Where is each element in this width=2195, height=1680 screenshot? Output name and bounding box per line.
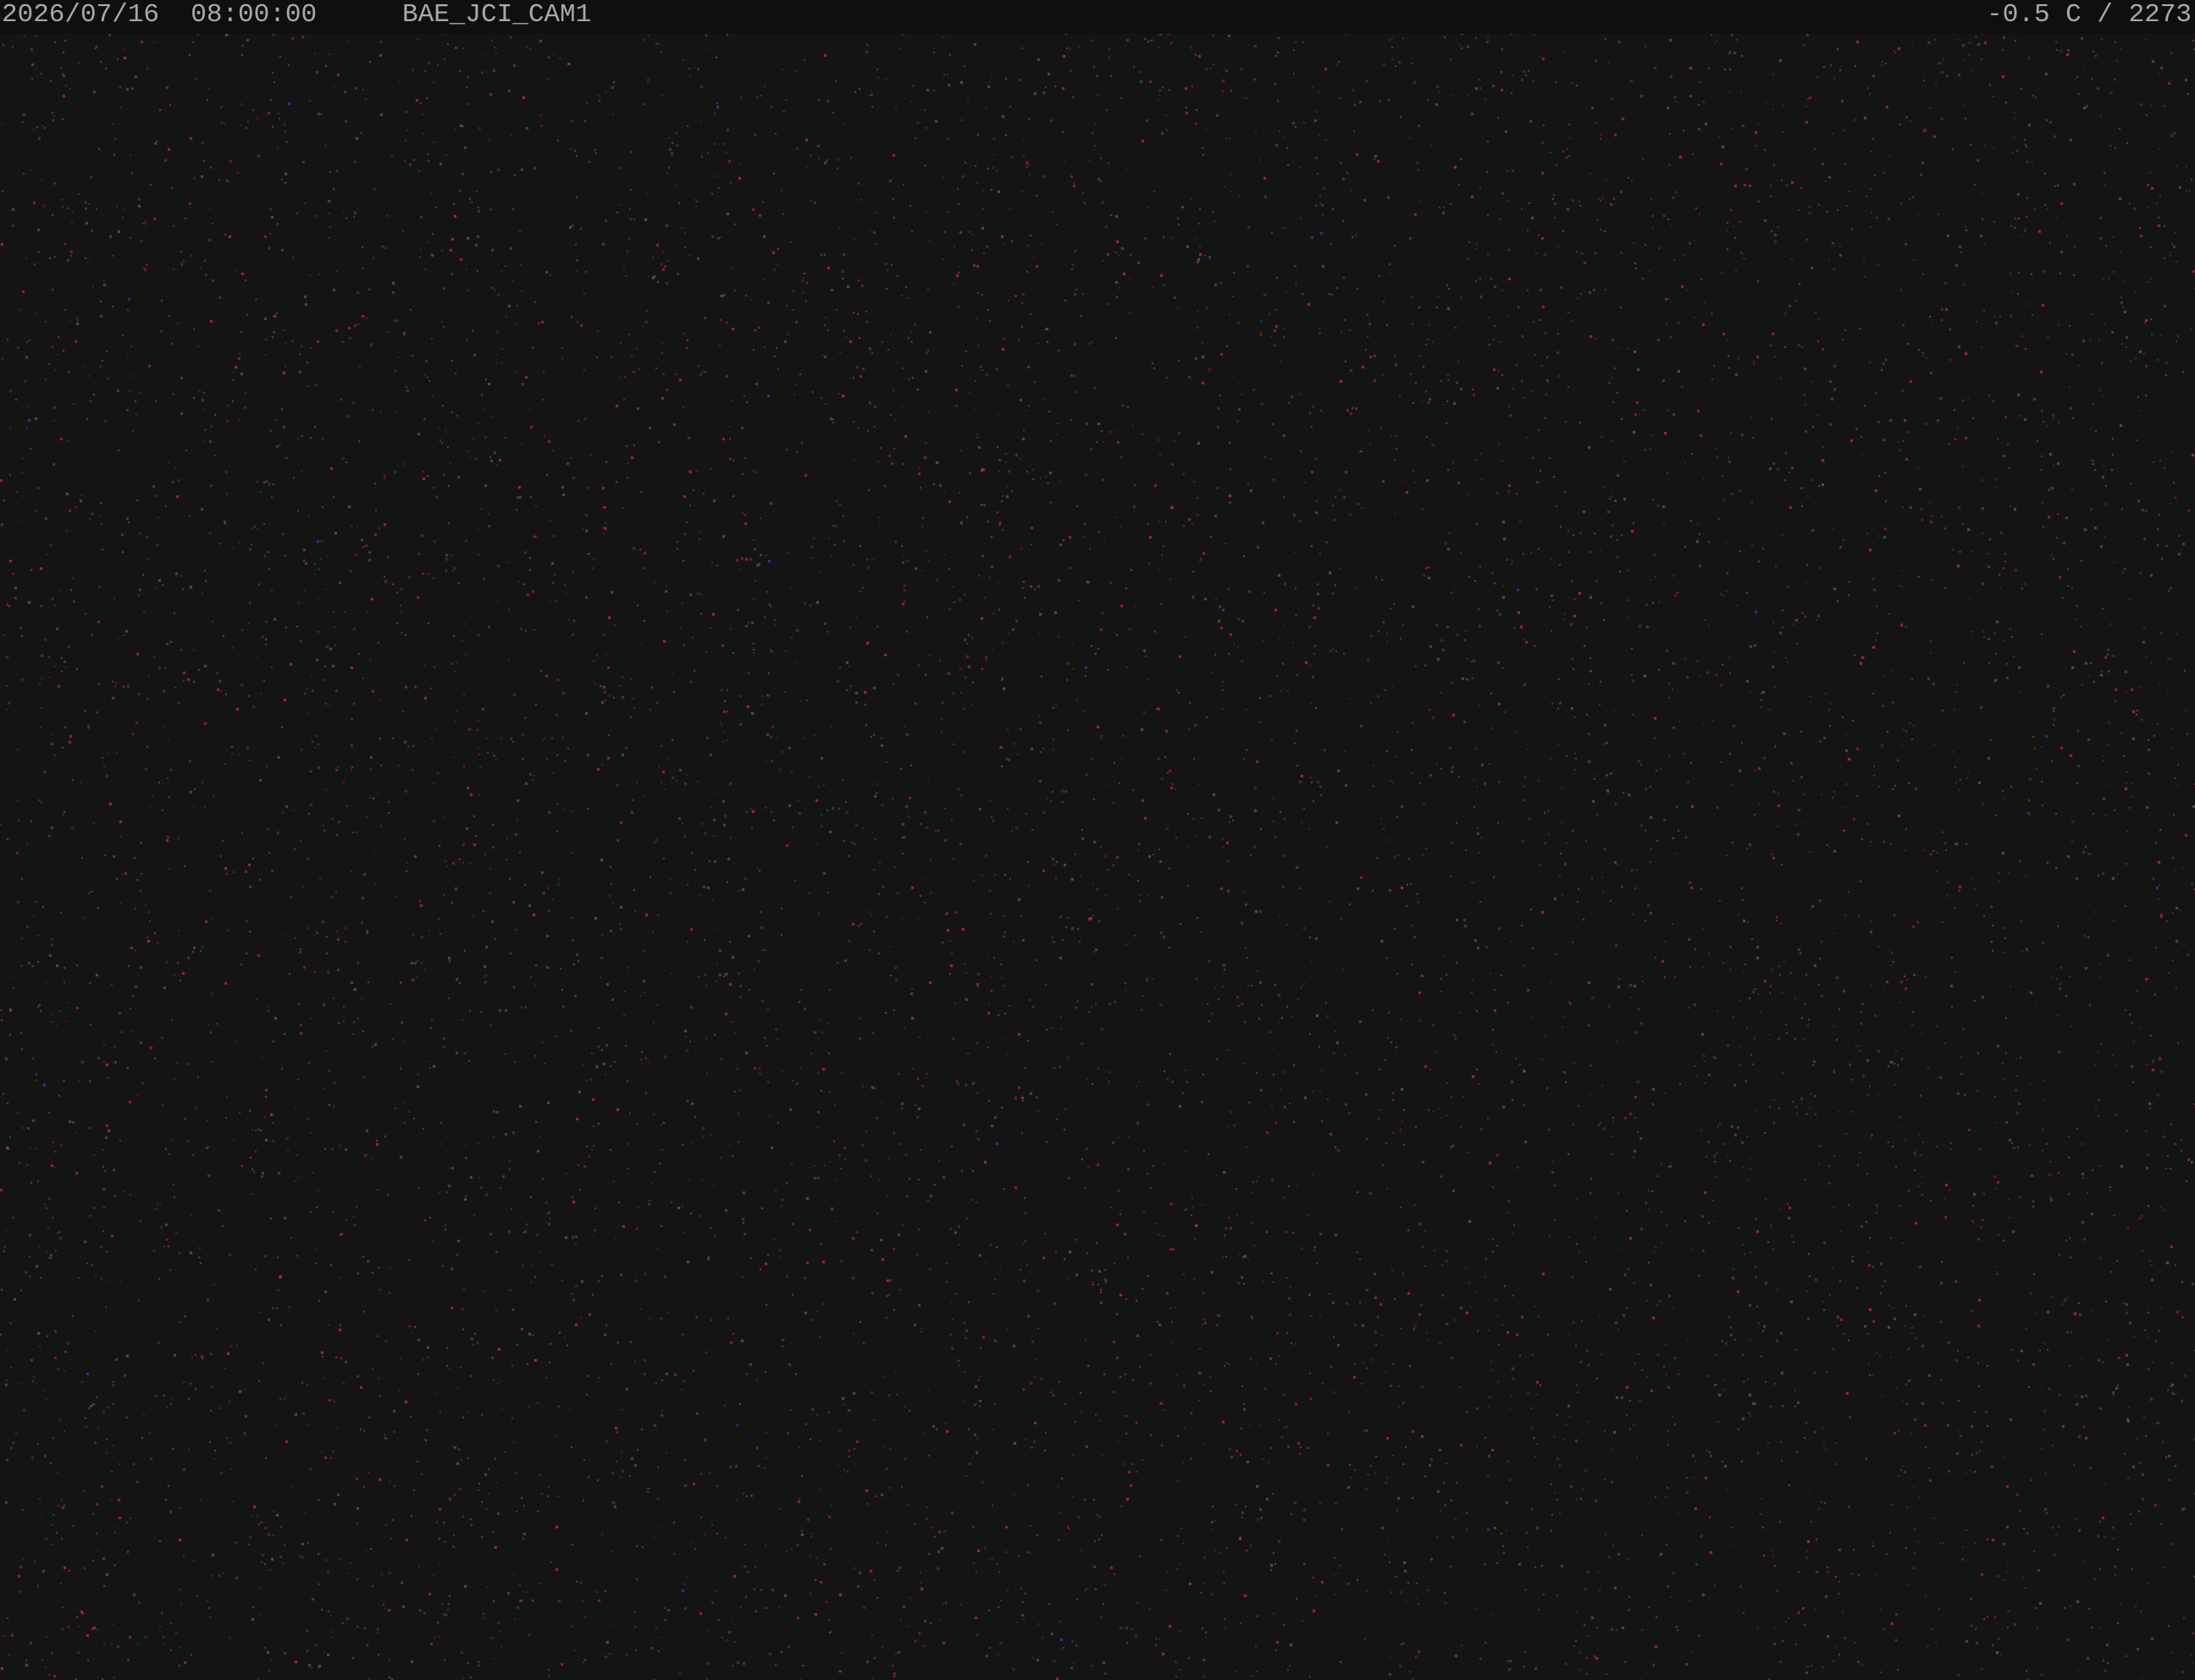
camera-frame: 2026/07/16 08:00:00 BAE_JCI_CAM1 -0.5 C … bbox=[0, 0, 2195, 1680]
timestamp-label: 2026/07/16 08:00:00 bbox=[2, 0, 318, 30]
camera-id-label: BAE_JCI_CAM1 bbox=[402, 0, 592, 30]
sensor-readout-label: -0.5 C / 2273 bbox=[1987, 0, 2192, 30]
sensor-noise-image bbox=[0, 0, 2195, 1680]
camera-overlay-bar: 2026/07/16 08:00:00 BAE_JCI_CAM1 -0.5 C … bbox=[0, 0, 2195, 34]
